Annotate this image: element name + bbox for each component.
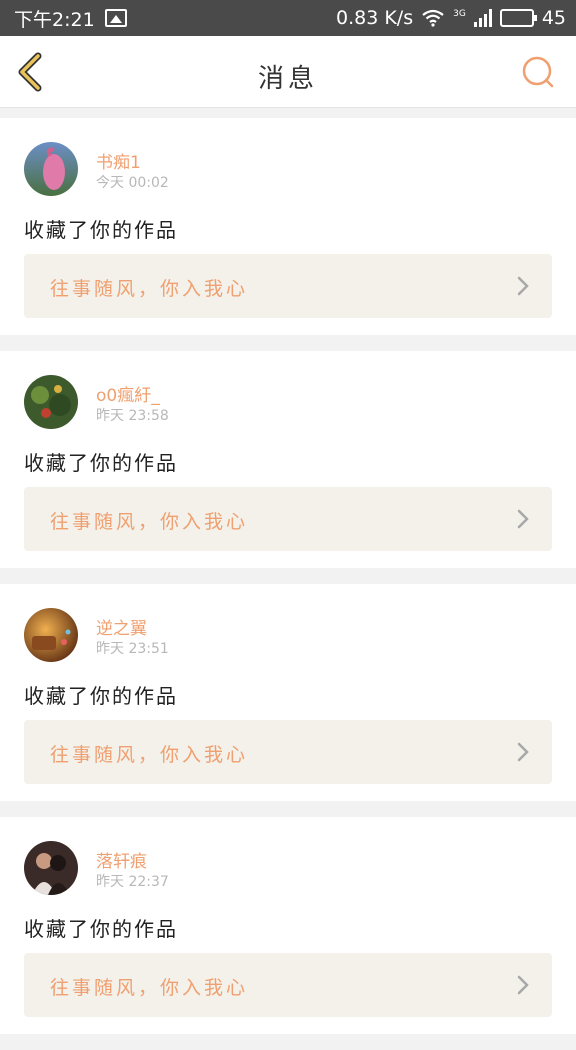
notification-card: o0瘋紆_ 昨天 23:58 收藏了你的作品 往事随风，你入我心 xyxy=(0,351,576,568)
timestamp: 昨天 23:58 xyxy=(96,408,169,424)
chevron-right-icon xyxy=(517,975,529,995)
work-link[interactable]: 往事随风，你入我心 xyxy=(24,953,552,1017)
user-name[interactable]: 逆之翼 xyxy=(96,614,147,639)
page-title: 消息 xyxy=(257,64,318,94)
status-time: 下午2:21 xyxy=(14,8,95,31)
chevron-right-icon xyxy=(517,509,529,529)
wifi-icon xyxy=(422,9,444,27)
work-title: 往事随风，你入我心 xyxy=(50,977,249,999)
notification-list: 书痴1 今天 00:02 收藏了你的作品 往事随风，你入我心 o0瘋紆_ 昨天 … xyxy=(0,118,576,1050)
notification-card: 落轩痕 昨天 22:37 收藏了你的作品 往事随风，你入我心 xyxy=(0,817,576,1034)
notification-card: 逆之翼 昨天 23:51 收藏了你的作品 往事随风，你入我心 xyxy=(0,584,576,801)
action-text: 收藏了你的作品 xyxy=(24,218,178,242)
action-text: 收藏了你的作品 xyxy=(24,684,178,708)
network-speed: 0.83 K/s xyxy=(336,7,414,29)
work-link[interactable]: 往事随风，你入我心 xyxy=(24,254,552,318)
chevron-right-icon xyxy=(517,742,529,762)
battery-percent: 45 xyxy=(541,7,566,29)
status-bar: 下午2:21 0.83 K/s 3G 45 xyxy=(0,0,576,36)
avatar[interactable] xyxy=(24,841,78,895)
work-title: 往事随风，你入我心 xyxy=(50,744,249,766)
work-title: 往事随风，你入我心 xyxy=(50,511,249,533)
work-link[interactable]: 往事随风，你入我心 xyxy=(24,487,552,551)
work-title: 往事随风，你入我心 xyxy=(50,278,249,300)
timestamp: 今天 00:02 xyxy=(96,175,169,191)
network-type: 3G xyxy=(453,9,466,19)
chevron-right-icon xyxy=(517,276,529,296)
notification-card: 书痴1 今天 00:02 收藏了你的作品 往事随风，你入我心 xyxy=(0,118,576,335)
image-notification-icon xyxy=(104,9,127,27)
timestamp: 昨天 22:37 xyxy=(96,874,169,890)
action-text: 收藏了你的作品 xyxy=(24,451,178,475)
user-name[interactable]: 落轩痕 xyxy=(96,847,147,872)
action-text: 收藏了你的作品 xyxy=(24,917,178,941)
battery-icon xyxy=(499,9,537,27)
timestamp: 昨天 23:51 xyxy=(96,641,169,657)
work-link[interactable]: 往事随风，你入我心 xyxy=(24,720,552,784)
user-name[interactable]: 书痴1 xyxy=(96,148,141,173)
search-icon xyxy=(522,56,554,88)
avatar[interactable] xyxy=(24,375,78,429)
avatar[interactable] xyxy=(24,608,78,662)
signal-icon xyxy=(473,9,492,27)
search-button[interactable] xyxy=(520,54,556,90)
avatar[interactable] xyxy=(24,142,78,196)
app-header: 消息 xyxy=(0,36,576,108)
user-name[interactable]: o0瘋紆_ xyxy=(96,381,160,406)
